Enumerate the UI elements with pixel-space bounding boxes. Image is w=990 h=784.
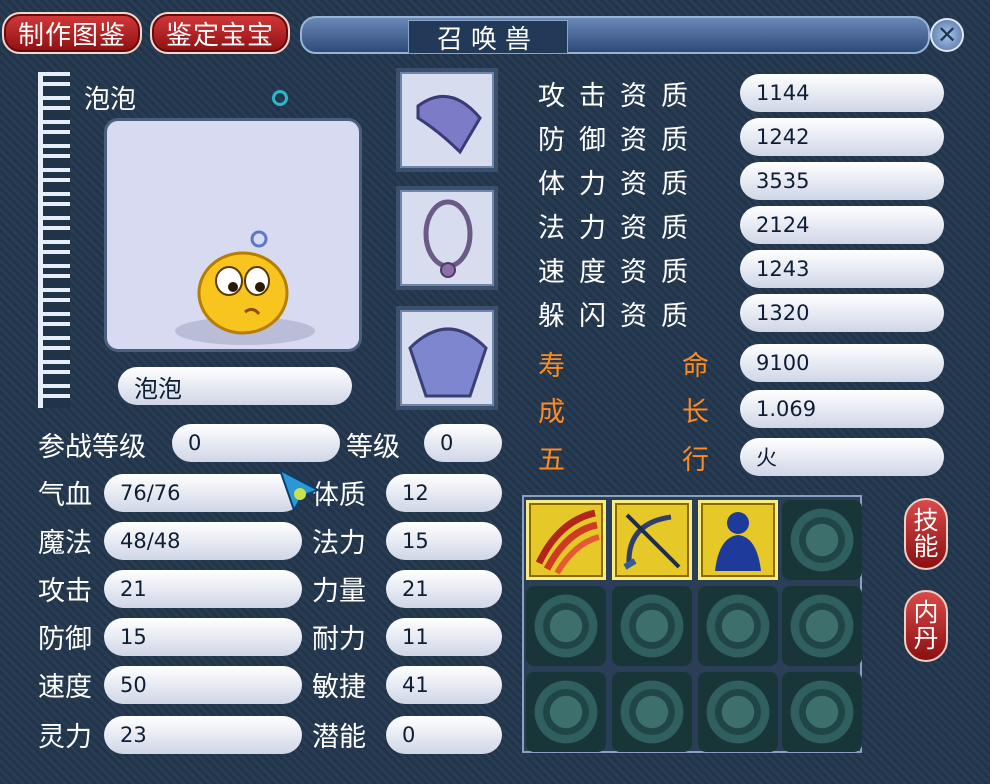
skill-bow-icon [623,513,681,570]
equipment-slot-helmet[interactable] [396,68,498,172]
appraise-pet-tab[interactable]: 鉴定宝宝 [150,12,290,54]
endurance-value: 11 [386,618,502,656]
skill-slot-1[interactable] [526,500,606,580]
pet-preview-panel [104,118,362,352]
battle-level-value: 0 [172,424,340,462]
skill-slot-11-empty[interactable] [698,672,778,752]
defense-label: 防御 [38,623,92,655]
battle-level-label: 参战等级 [38,431,146,463]
defense-aptitude-value: 1242 [740,118,944,156]
helmet-armor-icon [416,95,482,155]
potential-value: 0 [386,716,502,754]
spirit-value: 23 [104,716,302,754]
defense-aptitude-label: 防御资质 [538,124,702,156]
pet-name-field[interactable]: 泡泡 [118,367,352,405]
pet-window: 制作图鉴 鉴定宝宝 召唤兽 ✕ 泡泡 泡泡 参战等级 0 等级 0 气血 76/… [0,0,990,784]
body-armor-icon [408,327,488,398]
strength-value: 21 [386,570,502,608]
stamina-aptitude-label: 体力资质 [538,168,702,200]
close-icon[interactable]: ✕ [930,18,964,52]
attack-value: 21 [104,570,302,608]
speed-value: 50 [104,666,302,704]
defense-value: 15 [104,618,302,656]
title-bar [300,16,930,54]
element-label-b: 行 [682,444,709,476]
skill-slot-12-empty[interactable] [782,672,862,752]
agility-value: 41 [386,666,502,704]
hp-label: 气血 [38,479,92,511]
magic-power-label: 法力 [312,527,366,559]
pet-display-name: 泡泡 [84,84,137,115]
speed-aptitude-value: 1243 [740,250,944,288]
dodge-aptitude-value: 1320 [740,294,944,332]
bubble-marker-icon [272,90,288,106]
inner-pill-button[interactable]: 内丹 [904,590,948,662]
skill-slot-8-empty[interactable] [782,586,862,666]
constitution-value: 12 [386,474,502,512]
equipment-slot-necklace[interactable] [396,186,498,290]
spirit-label: 灵力 [38,721,92,753]
pet-sprite-icon [175,230,315,345]
stamina-aptitude-value: 3535 [740,162,944,200]
grade-label: 等级 [346,431,400,463]
skill-slot-5-empty[interactable] [526,586,606,666]
skill-slot-6-empty[interactable] [612,586,692,666]
skill-claw-icon [535,509,600,575]
attack-aptitude-value: 1144 [740,74,944,112]
skill-slot-2[interactable] [612,500,692,580]
decorative-border-pattern [38,72,70,408]
growth-label-b: 长 [682,396,709,428]
attack-label: 攻击 [38,575,92,607]
magic-aptitude-label: 法力资质 [538,212,702,244]
strength-label: 力量 [312,575,366,607]
growth-label-a: 成 [538,396,565,428]
equipment-slot-armor[interactable] [396,306,498,410]
mp-label: 魔法 [38,527,92,559]
game-cursor-icon [278,467,321,513]
skill-slot-7-empty[interactable] [698,586,778,666]
grade-value: 0 [424,424,502,462]
lifespan-label-a: 寿 [538,350,565,382]
element-value: 火 [740,438,944,476]
window-title: 召唤兽 [408,20,568,55]
lifespan-label-b: 命 [682,350,709,382]
lifespan-value: 9100 [740,344,944,382]
potential-label: 潜能 [312,721,366,753]
skills-button[interactable]: 技能 [904,498,948,570]
attack-aptitude-label: 攻击资质 [538,80,702,112]
skill-slot-3[interactable] [698,500,778,580]
skill-figure-icon [715,512,761,571]
necklace-icon [423,199,473,278]
magic-aptitude-value: 2124 [740,206,944,244]
growth-value: 1.069 [740,390,944,428]
dodge-aptitude-label: 躲闪资质 [538,300,702,332]
endurance-label: 耐力 [312,623,366,655]
agility-label: 敏捷 [312,671,366,703]
speed-aptitude-label: 速度资质 [538,256,702,288]
make-handbook-tab[interactable]: 制作图鉴 [2,12,142,54]
skill-slot-4-empty[interactable] [782,500,862,580]
hp-value: 76/76 [104,474,302,512]
magic-power-value: 15 [386,522,502,560]
skill-slot-9-empty[interactable] [526,672,606,752]
element-label-a: 五 [538,444,565,476]
mp-value: 48/48 [104,522,302,560]
skill-slot-10-empty[interactable] [612,672,692,752]
speed-label: 速度 [38,671,92,703]
